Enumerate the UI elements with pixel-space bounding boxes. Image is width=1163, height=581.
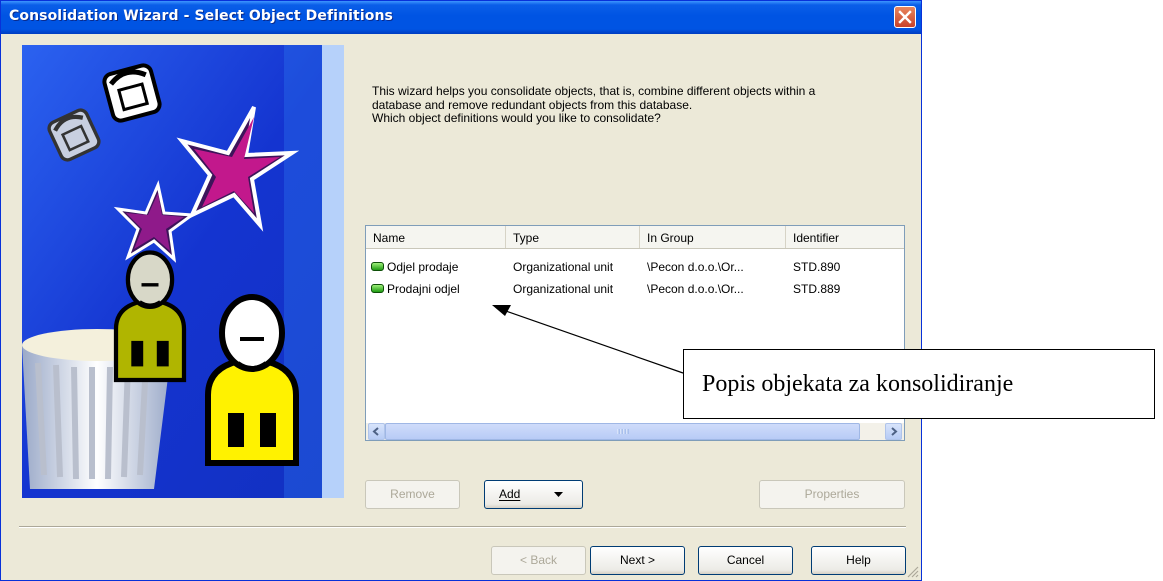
list-row[interactable]: Odjel prodaje Organizational unit \Pecon… bbox=[366, 257, 904, 277]
description-line: Which object definitions would you like … bbox=[372, 111, 661, 125]
resize-grip-icon[interactable] bbox=[907, 566, 919, 578]
close-button[interactable] bbox=[894, 6, 916, 28]
wizard-window: Consolidation Wizard - Select Object Def… bbox=[0, 0, 922, 581]
list-header: Name Type In Group Identifier bbox=[366, 226, 904, 249]
scroll-thumb[interactable] bbox=[385, 423, 860, 440]
scroll-left-button[interactable] bbox=[368, 423, 385, 440]
add-button[interactable]: Add bbox=[484, 480, 583, 509]
chevron-left-icon bbox=[372, 427, 379, 436]
title-bar[interactable]: Consolidation Wizard - Select Object Def… bbox=[1, 1, 921, 34]
grip-icon bbox=[617, 429, 629, 434]
column-header-type[interactable]: Type bbox=[506, 226, 640, 248]
annotation-callout: Popis objekata za konsolidiranje bbox=[683, 349, 1155, 419]
row-type: Organizational unit bbox=[513, 282, 614, 296]
close-icon bbox=[898, 10, 912, 24]
column-header-identifier[interactable]: Identifier bbox=[786, 226, 904, 248]
window-title: Consolidation Wizard - Select Object Def… bbox=[9, 8, 393, 24]
next-button[interactable]: Next > bbox=[590, 546, 685, 575]
person-icon bbox=[205, 294, 299, 466]
remove-button[interactable]: Remove bbox=[365, 480, 460, 509]
list-row[interactable]: Prodajni odjel Organizational unit \Peco… bbox=[366, 279, 904, 299]
chevron-right-icon bbox=[891, 427, 898, 436]
phone-icon bbox=[102, 63, 162, 123]
column-header-in-group[interactable]: In Group bbox=[640, 226, 786, 248]
description-line: database and remove redundant objects fr… bbox=[372, 97, 693, 112]
help-button[interactable]: Help bbox=[811, 546, 906, 575]
row-name: Odjel prodaje bbox=[387, 260, 459, 274]
description-line: This wizard helps you consolidate object… bbox=[372, 84, 816, 98]
wizard-illustration bbox=[22, 45, 344, 498]
column-header-name[interactable]: Name bbox=[366, 226, 506, 248]
row-group: \Pecon d.o.o.\Or... bbox=[647, 260, 744, 274]
horizontal-scrollbar[interactable] bbox=[366, 423, 904, 440]
organizational-unit-icon bbox=[371, 262, 384, 271]
add-button-label: Add bbox=[499, 487, 521, 501]
organizational-unit-icon bbox=[371, 284, 384, 293]
properties-button[interactable]: Properties bbox=[759, 480, 905, 509]
row-name: Prodajni odjel bbox=[387, 282, 460, 296]
wizard-description: This wizard helps you consolidate object… bbox=[372, 84, 892, 126]
back-button[interactable]: < Back bbox=[491, 546, 586, 575]
row-identifier: STD.890 bbox=[793, 260, 841, 274]
cancel-button[interactable]: Cancel bbox=[698, 546, 793, 575]
separator bbox=[19, 526, 906, 528]
row-identifier: STD.889 bbox=[793, 282, 841, 296]
dropdown-arrow-icon bbox=[554, 492, 563, 497]
row-type: Organizational unit bbox=[513, 260, 614, 274]
scroll-right-button[interactable] bbox=[885, 423, 902, 440]
row-group: \Pecon d.o.o.\Or... bbox=[647, 282, 744, 296]
